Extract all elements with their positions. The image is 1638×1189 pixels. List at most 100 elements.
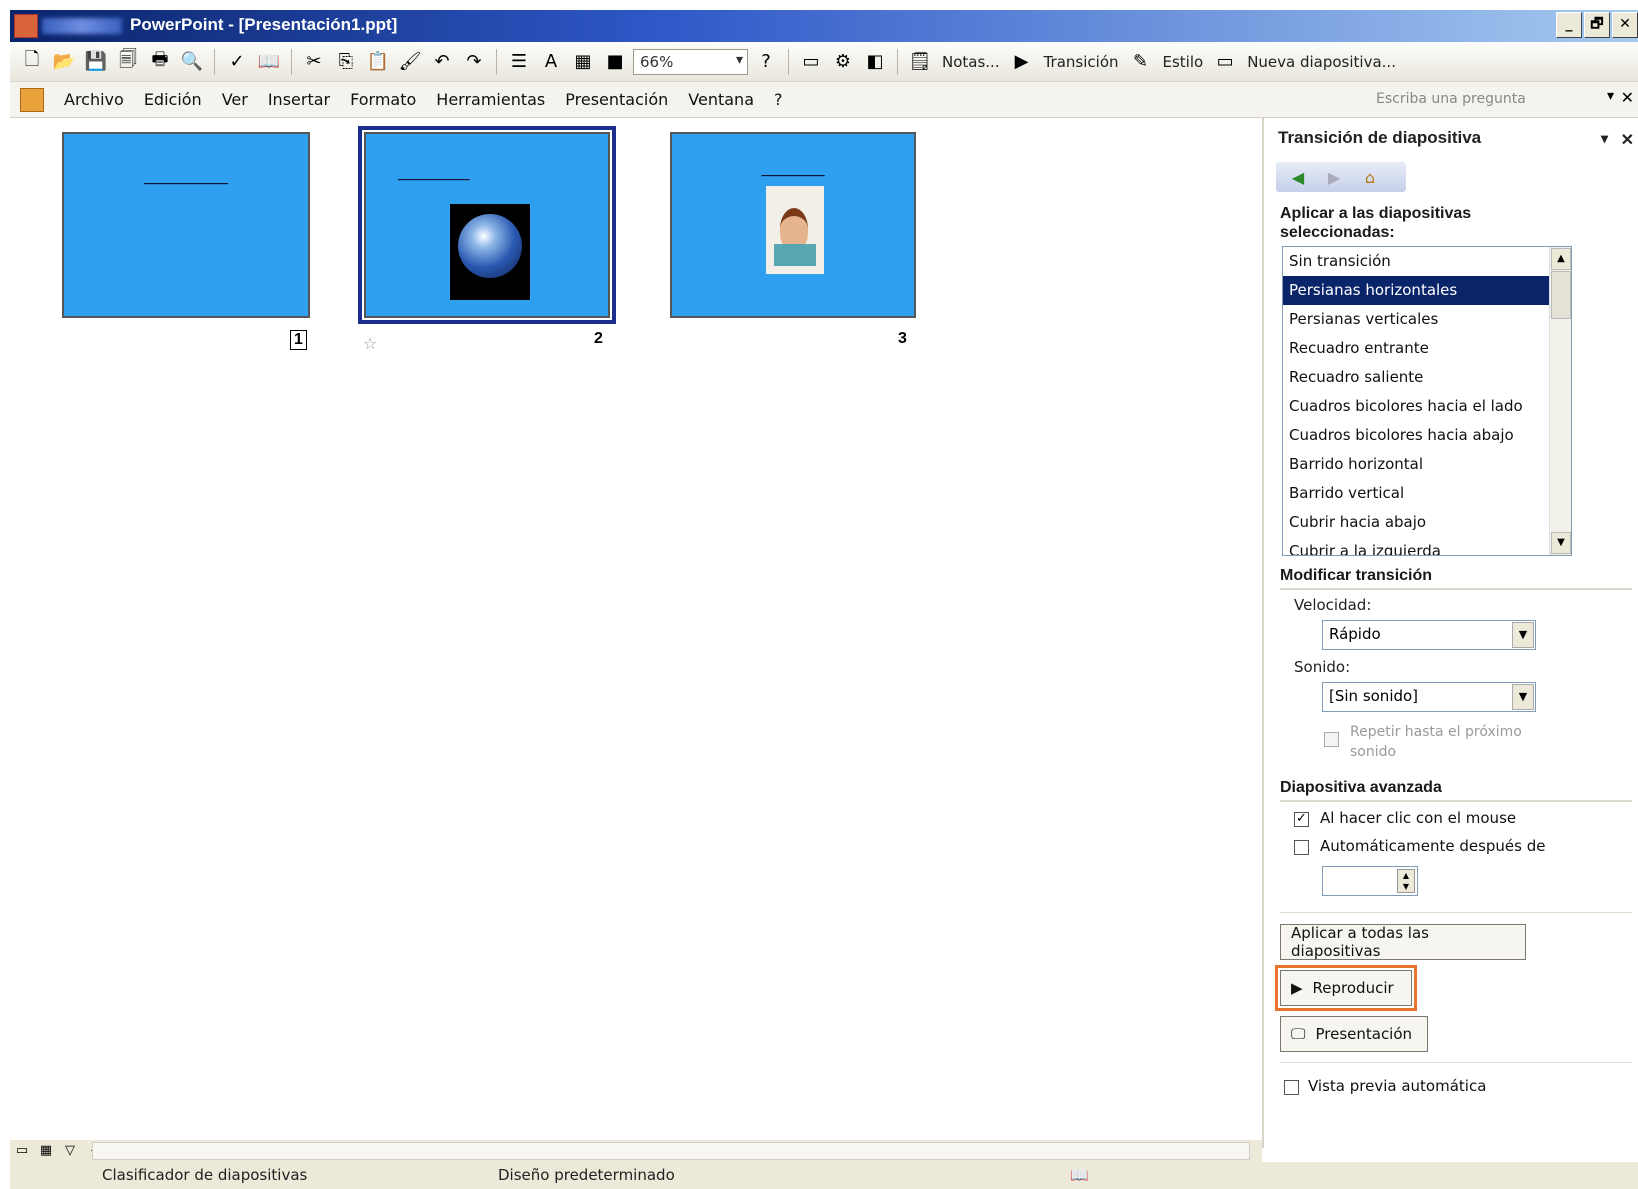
style-icon[interactable]: ✎	[1127, 48, 1155, 76]
spelling-status-icon[interactable]: 📖	[1070, 1166, 1089, 1184]
menu-ventana[interactable]: Ventana	[678, 90, 764, 109]
sound-select[interactable]: [Sin sonido] ▼	[1322, 682, 1536, 712]
on-click-checkbox[interactable]: ✓	[1294, 812, 1309, 827]
copy-icon[interactable]: ⎘	[332, 48, 360, 76]
paste-icon[interactable]: 📋	[364, 48, 392, 76]
print-icon[interactable]: 🖶	[146, 48, 174, 76]
list-scrollbar[interactable]: ▲ ▼	[1549, 247, 1571, 555]
permission-icon[interactable]: 🗐	[114, 48, 142, 76]
list-item[interactable]: Cubrir a la izquierda	[1283, 537, 1571, 555]
transition-icon[interactable]: ▶	[1008, 48, 1036, 76]
research-icon[interactable]: 📖	[255, 48, 283, 76]
menu-help[interactable]: ?	[764, 90, 793, 109]
menu-herramientas[interactable]: Herramientas	[426, 90, 555, 109]
help-icon[interactable]: ?	[752, 48, 780, 76]
normal-view-icon[interactable]: ▭	[12, 1142, 32, 1160]
color-grayscale-icon[interactable]: ■	[601, 48, 629, 76]
cut-icon[interactable]: ✂	[300, 48, 328, 76]
redacted-region	[42, 18, 122, 34]
open-folder-icon[interactable]: 📂	[50, 48, 78, 76]
apply-all-button[interactable]: Aplicar a todas las diapositivas	[1280, 924, 1526, 960]
show-formatting-icon[interactable]: A	[537, 48, 565, 76]
scroll-down-icon[interactable]: ▼	[1551, 532, 1571, 554]
style-button[interactable]: Estilo	[1159, 53, 1208, 71]
sound-value: [Sin sonido]	[1329, 687, 1419, 705]
status-bar: Clasificador de diapositivas Diseño pred…	[10, 1162, 1638, 1189]
new-document-icon[interactable]: 🗋	[18, 48, 46, 76]
transition-list[interactable]: Sin transición Persianas horizontales Pe…	[1282, 246, 1572, 556]
menu-formato[interactable]: Formato	[340, 90, 426, 109]
redo-icon[interactable]: ↷	[460, 48, 488, 76]
spelling-icon[interactable]: ✓	[223, 48, 251, 76]
expand-all-icon[interactable]: ☰	[505, 48, 533, 76]
forward-arrow-icon[interactable]: ▶	[1318, 164, 1350, 190]
chevron-down-icon[interactable]: ▼	[1512, 684, 1534, 710]
grid-icon[interactable]: ▦	[569, 48, 597, 76]
home-icon[interactable]: ⌂	[1354, 164, 1386, 190]
girl-clipart-image	[766, 186, 824, 274]
transition-button[interactable]: Transición	[1040, 53, 1123, 71]
close-document-icon[interactable]: ✕	[1621, 88, 1634, 107]
list-item[interactable]: Cubrir hacia abajo	[1283, 508, 1571, 537]
restore-button[interactable]: 🗗	[1584, 12, 1610, 38]
slideshow-view-icon[interactable]: ▽	[60, 1142, 80, 1160]
spinner-icon[interactable]: ▲ ▼	[1397, 869, 1415, 893]
list-item-selected[interactable]: Persianas horizontales	[1283, 276, 1571, 305]
notes-button[interactable]: Notas...	[938, 53, 1004, 71]
chevron-down-icon[interactable]: ▾	[1601, 130, 1608, 147]
list-item[interactable]: Sin transición	[1283, 247, 1571, 276]
separator	[291, 48, 292, 75]
list-item[interactable]: Cuadros bicolores hacia abajo	[1283, 421, 1571, 450]
list-item[interactable]: Recuadro entrante	[1283, 334, 1571, 363]
separator	[214, 48, 215, 75]
repeat-sound-checkbox[interactable]	[1324, 732, 1339, 747]
auto-preview-checkbox[interactable]	[1284, 1080, 1299, 1095]
slide-thumbnail-2[interactable]: ━━━━━━━━━━━━━━━━━	[358, 126, 616, 324]
save-icon[interactable]: 💾	[82, 48, 110, 76]
document-icon[interactable]	[20, 87, 44, 112]
print-preview-icon[interactable]: 🔍	[178, 48, 206, 76]
window-title: PowerPoint - [Presentación1.ppt]	[130, 15, 398, 34]
slide-thumbnail-3[interactable]: ━━━━━━━━━━━━━━━	[670, 132, 916, 318]
back-arrow-icon[interactable]: ◀	[1282, 164, 1314, 190]
scroll-thumb[interactable]	[1551, 271, 1571, 319]
format-painter-icon[interactable]: 🖌	[396, 48, 424, 76]
chevron-down-icon[interactable]: ▾	[1607, 88, 1614, 104]
powerpoint-app-icon[interactable]	[14, 14, 38, 38]
list-item[interactable]: Barrido vertical	[1283, 479, 1571, 508]
chevron-down-icon[interactable]: ▼	[1512, 622, 1534, 648]
ask-question-input[interactable]: Escriba una pregunta	[1368, 88, 1568, 112]
scroll-up-icon[interactable]: ▲	[1551, 248, 1571, 270]
new-slide-icon[interactable]: ▭	[1211, 48, 1239, 76]
undo-icon[interactable]: ↶	[428, 48, 456, 76]
play-icon: ▶	[1291, 979, 1303, 997]
hide-slide-icon[interactable]: ◧	[861, 48, 889, 76]
close-icon[interactable]: ✕	[1621, 130, 1634, 150]
horizontal-scrollbar[interactable]	[92, 1142, 1250, 1160]
menu-edicion[interactable]: Edición	[134, 90, 212, 109]
auto-advance-checkbox[interactable]	[1294, 840, 1309, 855]
slide-icon[interactable]: ▭	[797, 48, 825, 76]
summary-icon[interactable]: ⚙	[829, 48, 857, 76]
auto-advance-time-input[interactable]: ▲ ▼	[1322, 866, 1418, 896]
list-item[interactable]: Persianas verticales	[1283, 305, 1571, 334]
menu-ver[interactable]: Ver	[212, 90, 258, 109]
notes-icon[interactable]: 🗒	[906, 48, 934, 76]
minimize-button[interactable]: _	[1556, 12, 1582, 38]
slide-sorter: ━━━━━━━━━━━━━━━━━━━━ 1 ━━━━━━━━━━━━━━━━━…	[10, 118, 1262, 1148]
list-item[interactable]: Recuadro saliente	[1283, 363, 1571, 392]
list-item[interactable]: Barrido horizontal	[1283, 450, 1571, 479]
transition-star-icon[interactable]: ☆	[363, 334, 377, 353]
menu-archivo[interactable]: Archivo	[54, 90, 134, 109]
zoom-combo[interactable]: 66%	[633, 48, 748, 75]
list-item[interactable]: Cuadros bicolores hacia el lado	[1283, 392, 1571, 421]
speed-select[interactable]: Rápido ▼	[1322, 620, 1536, 650]
slideshow-button[interactable]: 🖵 Presentación	[1280, 1016, 1428, 1052]
close-button[interactable]: ✕	[1612, 12, 1638, 38]
slide-sorter-view-icon[interactable]: ▦	[36, 1142, 56, 1160]
menu-insertar[interactable]: Insertar	[258, 90, 340, 109]
play-button[interactable]: ▶ Reproducir	[1275, 965, 1417, 1011]
new-slide-button[interactable]: Nueva diapositiva...	[1243, 53, 1400, 71]
menu-presentacion[interactable]: Presentación	[555, 90, 678, 109]
slide-thumbnail-1[interactable]: ━━━━━━━━━━━━━━━━━━━━	[62, 132, 310, 318]
